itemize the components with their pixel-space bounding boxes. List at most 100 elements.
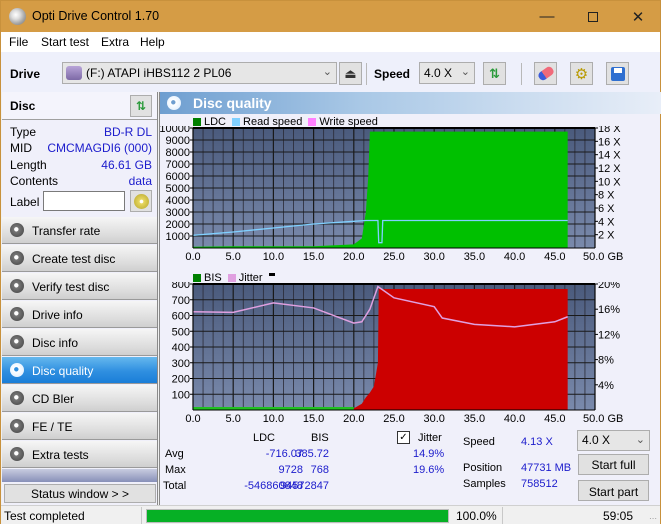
settings-button[interactable]: ⚙ (570, 62, 593, 85)
toolbar-separator (366, 63, 367, 85)
nav-create-test-disc[interactable]: Create test disc (2, 245, 157, 272)
start-full-button[interactable]: Start full (578, 454, 649, 475)
legend-swatch-bis (193, 274, 201, 282)
test-speed-value: 4.0 X (582, 433, 611, 447)
panel-title: Disc quality (193, 95, 272, 111)
menu-extra[interactable]: Extra (101, 35, 129, 49)
toolbar-separator (521, 63, 522, 85)
disc-label-button[interactable] (130, 190, 152, 212)
legend-swatch-read-speed (232, 118, 241, 126)
nav-label: Transfer rate (32, 224, 101, 238)
nav-disc-quality[interactable]: Disc quality (2, 357, 157, 384)
menu-file[interactable]: File (9, 35, 28, 49)
x-tick-label: 25.0 (383, 251, 404, 263)
jitter-checkbox[interactable]: ✓ (397, 431, 410, 444)
y-left-tick-label: 6000 (166, 171, 190, 183)
drive-select[interactable]: (F:) ATAPI iHBS112 2 PL06 ⌄ (62, 62, 337, 84)
refresh-button[interactable]: ⇅ (483, 62, 506, 85)
disc-refresh-button[interactable]: ⇅ (130, 95, 152, 117)
menu-help[interactable]: Help (140, 35, 165, 49)
speed-value: 4.0 X (424, 66, 453, 80)
y-right-tick-label: 4% (598, 380, 614, 392)
drive-value: (F:) ATAPI iHBS112 2 PL06 (86, 66, 232, 80)
elapsed-time: 59:05 (603, 509, 634, 523)
y-left-tick-label: 1000 (166, 231, 190, 243)
y-right-tick-label: 6 X (598, 203, 615, 215)
refresh-icon: ⇅ (489, 65, 500, 81)
create-disc-icon (10, 251, 24, 265)
speed-select[interactable]: 4.0 X ⌄ (419, 62, 475, 84)
y-right-tick-label: 2 X (598, 230, 615, 242)
x-tick-label: 45.0 (544, 413, 565, 422)
nav-extra-tests[interactable]: Extra tests (2, 441, 157, 468)
app-disc-icon (9, 8, 26, 25)
refresh-icon: ⇅ (135, 99, 147, 113)
minimize-button[interactable]: — (524, 1, 570, 32)
y-left-tick-label: 5000 (166, 183, 190, 195)
menu-bar: File Start test Extra Help (1, 32, 660, 52)
disc-info-icon (10, 335, 24, 349)
legend-swatch-ldc (193, 118, 201, 126)
disc-type-value: BD-R DL (103, 125, 152, 139)
nav-disc-info[interactable]: Disc info (2, 329, 157, 356)
disc-length-value: 46.61 GB (101, 158, 152, 172)
eject-button[interactable]: ⏏ (339, 62, 362, 85)
maximize-button[interactable] (570, 1, 616, 32)
disc-mid-row: MID CMCMAGDI6 (000) (10, 141, 152, 157)
progress-fill (147, 510, 448, 522)
menu-start-test[interactable]: Start test (41, 35, 89, 49)
chevron-down-icon: ⌄ (322, 66, 332, 78)
test-speed-select[interactable]: 4.0 X ⌄ (577, 430, 650, 451)
max-label: Max (165, 464, 186, 476)
minimize-icon: — (539, 8, 555, 25)
fe-te-icon (10, 419, 24, 433)
save-icon (610, 66, 625, 81)
y-left-tick-label: 4000 (166, 195, 190, 207)
nav-label: FE / TE (32, 420, 73, 434)
y-left-tick-label: 2000 (166, 219, 190, 231)
disc-contents-key: Contents (10, 174, 59, 188)
y-right-tick-label: 14 X (598, 150, 621, 162)
x-tick-label: 30.0 (423, 251, 444, 263)
y-right-tick-label: 20% (598, 282, 620, 291)
close-icon: ✕ (631, 8, 645, 26)
disc-mid-value: CMCMAGDI6 (000) (47, 141, 152, 155)
y-left-tick-label: 700 (172, 295, 190, 307)
nav-label: CD Bler (32, 392, 75, 406)
y-right-tick-label: 10 X (598, 176, 621, 188)
start-part-button[interactable]: Start part (578, 480, 649, 501)
disc-mid-key: MID (10, 141, 32, 155)
y-right-tick-label: 16 X (598, 136, 621, 148)
legend-swatch-write-speed (308, 118, 317, 126)
x-tick-label: 35.0 (464, 251, 485, 263)
avg-label: Avg (165, 448, 184, 460)
status-window-button[interactable]: Status window > > (4, 484, 156, 503)
avg-jitter: 14.9% (413, 448, 445, 460)
chevron-down-icon: ⌄ (635, 434, 645, 446)
y-left-tick-label: 100 (172, 389, 190, 401)
nav-drive-info[interactable]: Drive info (2, 301, 157, 328)
chevron-down-icon: ⌄ (460, 66, 470, 78)
close-button[interactable]: ✕ (615, 1, 661, 32)
ldc-chart: 0.0 5.0 10.0 15.0 20.0 25.0 30.0 35.0 40.0 45.0 50… (160, 126, 623, 263)
y-left-tick-label: 200 (172, 374, 190, 386)
disc-contents-row: Contents data (10, 174, 152, 190)
erase-button[interactable] (534, 62, 557, 85)
drive-icon (66, 66, 82, 80)
resize-grip-icon[interactable]: ⋯ (649, 514, 657, 523)
x-tick-label: 10.0 (263, 251, 284, 263)
total-bis: 94572847 (280, 480, 329, 492)
save-button[interactable] (606, 62, 629, 85)
disc-label-input[interactable] (43, 191, 125, 211)
x-tick-label: 15.0 (303, 251, 324, 263)
nav-label: Disc info (32, 336, 79, 350)
nav-fe-te[interactable]: FE / TE (2, 413, 157, 440)
disc-quality-panel: Disc quality LDC Read speed Write speed … (159, 92, 661, 505)
nav-cd-bler[interactable]: CD Bler (2, 385, 157, 412)
y-left-tick-label: 7000 (166, 159, 190, 171)
nav-transfer-rate[interactable]: Transfer rate (2, 217, 157, 244)
x-tick-label: 45.0 (544, 251, 565, 263)
y-left-tick-label: 3000 (166, 207, 190, 219)
position-value: 47731 MB (521, 462, 572, 474)
nav-verify-test-disc[interactable]: Verify test disc (2, 273, 157, 300)
